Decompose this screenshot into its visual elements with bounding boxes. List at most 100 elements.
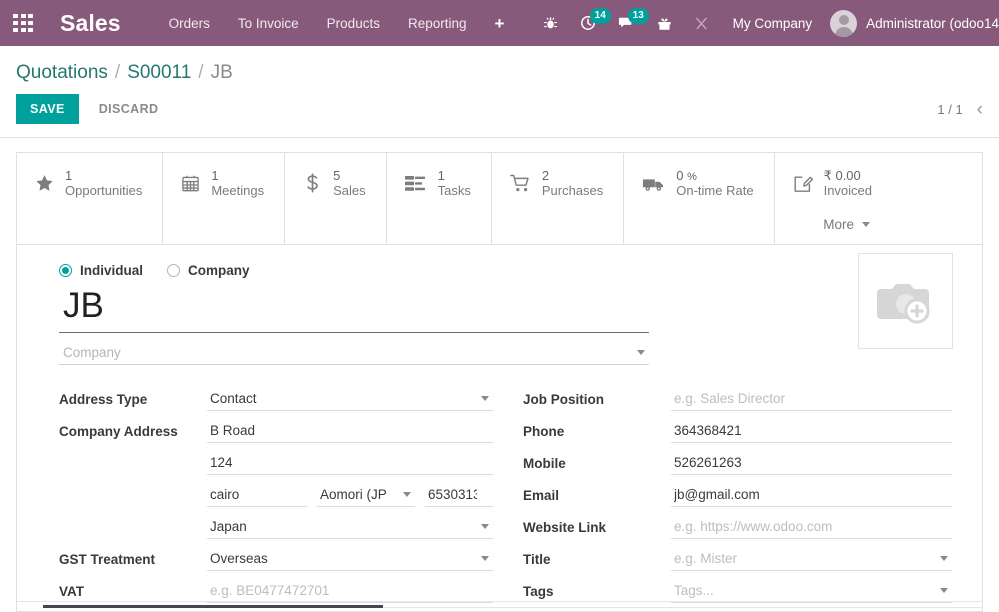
- user-name-label: Administrator (odoo14: [866, 16, 999, 31]
- stat-more-row: More: [775, 213, 892, 244]
- stat-label-tasks: Tasks: [438, 184, 471, 199]
- main-menu: Orders To Invoice Products Reporting +: [155, 2, 519, 45]
- plus-icon[interactable]: +: [481, 5, 519, 42]
- input-zip[interactable]: [425, 483, 493, 507]
- menu-item-to-invoice[interactable]: To Invoice: [224, 2, 313, 45]
- field-gst-treatment: GST Treatment: [59, 547, 493, 574]
- menu-item-products[interactable]: Products: [313, 2, 394, 45]
- stat-value-sales: 5: [333, 169, 366, 184]
- stat-value-meetings: 1: [211, 169, 264, 184]
- partner-name-input[interactable]: [59, 286, 649, 333]
- input-email[interactable]: [671, 483, 952, 507]
- stat-text-purchases: 2 Purchases: [542, 169, 603, 199]
- parent-company-input[interactable]: [59, 341, 649, 365]
- menu-item-orders[interactable]: Orders: [155, 2, 224, 45]
- input-city[interactable]: [207, 483, 307, 507]
- pager: 1 / 1 ‹: [937, 100, 983, 119]
- input-job-position[interactable]: [671, 387, 952, 411]
- stat-text-tasks: 1 Tasks: [438, 169, 471, 199]
- parent-company-field: [59, 341, 649, 365]
- input-street[interactable]: [207, 419, 493, 443]
- radio-individual[interactable]: Individual: [59, 263, 143, 278]
- radio-individual-label: Individual: [80, 263, 143, 278]
- input-address-type[interactable]: [207, 387, 493, 411]
- stat-label-purchases: Purchases: [542, 184, 603, 199]
- input-gst-treatment[interactable]: [207, 547, 493, 571]
- control-panel-actions: SAVE DISCARD 1 / 1 ‹: [16, 88, 983, 137]
- app-brand-sales[interactable]: Sales: [46, 10, 121, 37]
- field-zip: [425, 483, 493, 507]
- stat-button-ontime-rate[interactable]: 0 % On-time Rate: [624, 153, 773, 213]
- breadcrumb-item-quotations[interactable]: Quotations: [16, 62, 108, 84]
- bug-icon[interactable]: [532, 0, 569, 46]
- record-sheet: 1 Opportunities: [16, 152, 983, 612]
- field-company-address-city-row: [59, 483, 493, 510]
- input-website-link[interactable]: [671, 515, 952, 539]
- stat-label-invoiced: Invoiced: [824, 184, 872, 199]
- label-job-position: Job Position: [523, 387, 671, 408]
- stat-col-ontime-rate: 0 % On-time Rate: [624, 153, 774, 244]
- stat-col-purchases: 2 Purchases: [492, 153, 624, 244]
- control-panel: Quotations / S00011 / JB SAVE DISCARD 1 …: [0, 46, 999, 138]
- stat-text-ontime-rate: 0 % On-time Rate: [676, 169, 753, 199]
- stat-button-purchases[interactable]: 2 Purchases: [492, 153, 623, 213]
- input-street2[interactable]: [207, 451, 493, 475]
- field-title: Title: [523, 547, 952, 574]
- stat-col-invoiced: ₹ 0.00 Invoiced More: [775, 153, 892, 244]
- image-upload-box[interactable]: [858, 253, 953, 349]
- breadcrumb-item-current: JB: [211, 62, 233, 84]
- stat-button-invoiced[interactable]: ₹ 0.00 Invoiced: [775, 153, 892, 213]
- field-website-link: Website Link: [523, 515, 952, 542]
- input-country[interactable]: [207, 515, 493, 539]
- stat-button-sales[interactable]: 5 Sales: [285, 153, 386, 213]
- label-vat: VAT: [59, 579, 207, 600]
- user-menu[interactable]: Administrator (odoo14: [825, 10, 999, 37]
- notebook-active-tab-indicator[interactable]: [43, 605, 383, 608]
- radio-company[interactable]: Company: [167, 263, 250, 278]
- city-state-zip-group: [207, 483, 493, 507]
- field-address-type: Address Type: [59, 387, 493, 414]
- field-phone: Phone: [523, 419, 952, 446]
- stat-text-meetings: 1 Meetings: [211, 169, 264, 199]
- input-title[interactable]: [671, 547, 952, 571]
- stat-value-opportunities: 1: [65, 169, 142, 184]
- stat-button-row: 1 Opportunities: [17, 153, 982, 244]
- apps-menu-button[interactable]: [0, 0, 46, 46]
- truck-icon: [642, 175, 665, 193]
- breadcrumb-item-order[interactable]: S00011: [127, 62, 191, 84]
- input-state[interactable]: [317, 483, 415, 507]
- stat-button-meetings[interactable]: 1 Meetings: [163, 153, 284, 213]
- input-mobile[interactable]: [671, 451, 952, 475]
- company-switcher[interactable]: My Company: [720, 16, 826, 31]
- input-phone[interactable]: [671, 419, 952, 443]
- form-body: Individual Company: [17, 245, 982, 611]
- stat-label-sales: Sales: [333, 184, 366, 199]
- label-title: Title: [523, 547, 671, 568]
- discard-button[interactable]: DISCARD: [85, 94, 173, 124]
- stat-text-invoiced: ₹ 0.00 Invoiced: [824, 169, 872, 199]
- chevron-left-icon[interactable]: ‹: [977, 100, 983, 119]
- stat-value-ontime-rate: 0 %: [676, 169, 753, 184]
- stat-number-ontime-rate: 0: [676, 168, 683, 183]
- field-company-address-street: Company Address: [59, 419, 493, 446]
- stat-button-opportunities[interactable]: 1 Opportunities: [17, 153, 162, 213]
- label-website-link: Website Link: [523, 515, 671, 536]
- tasks-icon: [405, 175, 427, 193]
- field-mobile: Mobile: [523, 451, 952, 478]
- menu-item-reporting[interactable]: Reporting: [394, 2, 481, 45]
- gift-icon[interactable]: [646, 0, 683, 46]
- input-vat[interactable]: [207, 579, 493, 603]
- label-gst-treatment: GST Treatment: [59, 547, 207, 568]
- tools-icon[interactable]: [683, 0, 720, 46]
- notebook-tabs: [17, 601, 982, 611]
- save-button[interactable]: SAVE: [16, 94, 79, 124]
- stat-label-meetings: Meetings: [211, 184, 264, 199]
- messages-icon[interactable]: 13: [607, 0, 646, 46]
- stat-col-tasks: 1 Tasks: [387, 153, 492, 244]
- breadcrumb: Quotations / S00011 / JB: [16, 56, 983, 88]
- activity-clock-icon[interactable]: 14: [569, 0, 607, 46]
- input-tags[interactable]: [671, 579, 952, 603]
- more-dropdown-button[interactable]: More: [823, 217, 870, 232]
- stat-value-purchases: 2: [542, 169, 603, 184]
- stat-button-tasks[interactable]: 1 Tasks: [387, 153, 491, 213]
